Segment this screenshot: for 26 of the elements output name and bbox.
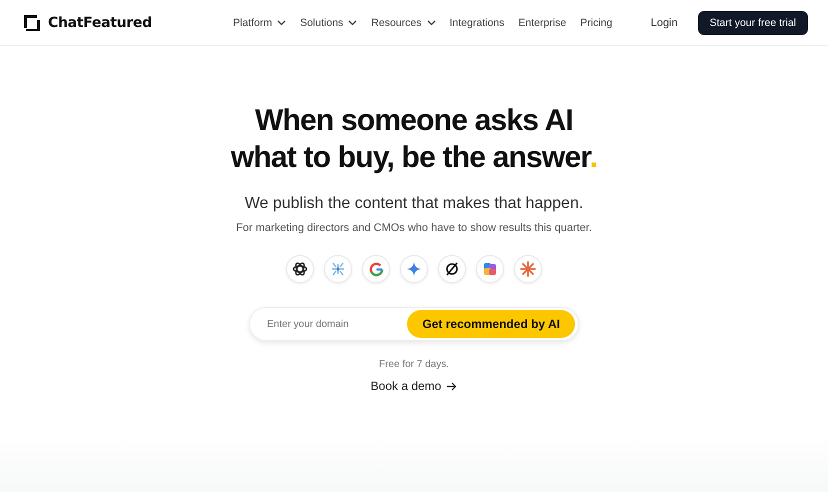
chevron-icon bbox=[348, 20, 358, 26]
nav-link[interactable]: Resources bbox=[371, 16, 436, 28]
book-demo-link[interactable]: Book a demo bbox=[370, 379, 458, 393]
nav-link[interactable]: Enterprise bbox=[518, 16, 566, 28]
chevron-icon bbox=[426, 20, 436, 26]
arrow-right-icon bbox=[447, 382, 458, 390]
knot-icon bbox=[292, 261, 308, 277]
brand-name[interactable]: ChatFeatured bbox=[48, 14, 152, 30]
burst-icon bbox=[520, 261, 536, 277]
colorful-cube-icon bbox=[482, 261, 498, 277]
multicolor-g-icon bbox=[368, 262, 384, 276]
free-trial-button[interactable]: Start your free trial bbox=[698, 10, 808, 34]
nav-link[interactable]: Platform bbox=[233, 16, 286, 28]
nav-link[interactable]: Solutions bbox=[300, 16, 358, 28]
subheadline: We publish the content that makes that happen. bbox=[244, 195, 584, 213]
get-recommended-button[interactable]: Get recommended by AI bbox=[407, 310, 575, 338]
headline: When someone asks AI what to buy, be the answer. bbox=[230, 103, 598, 176]
nav-link[interactable]: Pricing bbox=[580, 16, 612, 28]
logo-icon bbox=[23, 14, 41, 32]
chevron-icon bbox=[277, 20, 286, 26]
login-link[interactable]: Login bbox=[650, 16, 678, 28]
trial-note: Free for 7 days. bbox=[378, 359, 450, 370]
sparkle-icon bbox=[407, 262, 421, 276]
nav-link[interactable]: Integrations bbox=[450, 16, 504, 28]
tagline: For marketing directors and CMOs who have to show results this quarter. bbox=[236, 222, 592, 234]
slashed-circle-icon bbox=[444, 261, 460, 277]
